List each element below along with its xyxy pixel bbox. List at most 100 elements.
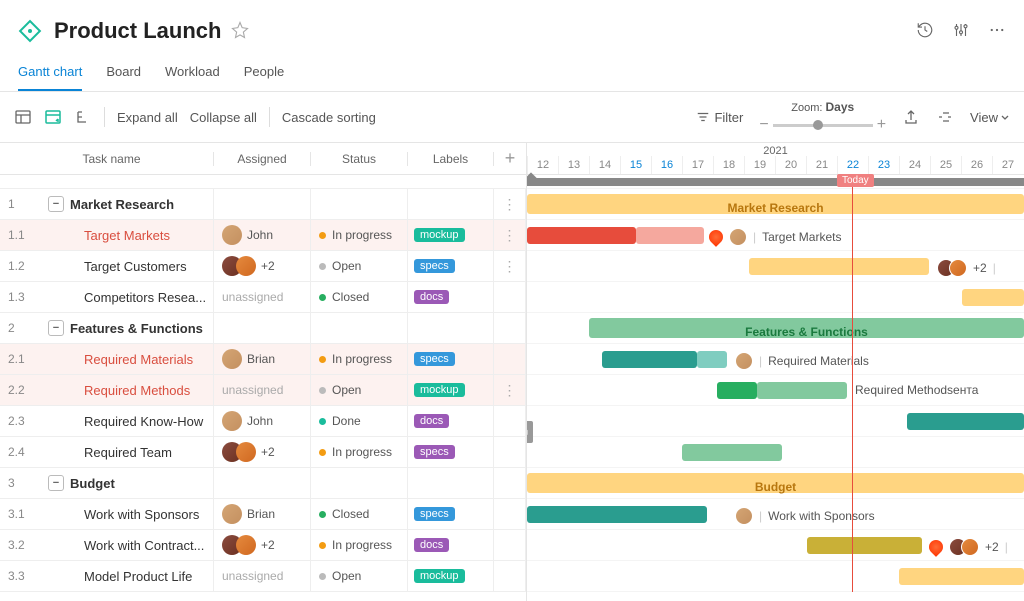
table-row[interactable]: 2.1 Required Materials Brian In progress… <box>0 344 526 375</box>
row-menu-icon[interactable] <box>494 313 526 343</box>
tab-gantt[interactable]: Gantt chart <box>18 54 82 91</box>
gantt-bar-progress[interactable] <box>757 382 847 399</box>
task-assigned[interactable]: John <box>214 406 311 436</box>
panel-collapse-icon[interactable]: ◂ <box>527 421 533 443</box>
collapse-icon[interactable]: − <box>48 475 64 491</box>
gantt-day[interactable]: 25 <box>930 156 961 174</box>
task-status[interactable]: Open <box>311 561 408 591</box>
table-row[interactable]: 3.1 Work with Sponsors Brian Closed spec… <box>0 499 526 530</box>
gantt-day[interactable]: 13 <box>558 156 589 174</box>
task-status[interactable]: In progress <box>311 344 408 374</box>
row-menu-icon[interactable]: ⋮ <box>494 189 526 219</box>
gantt-bar[interactable] <box>807 537 922 554</box>
export-icon[interactable] <box>902 108 920 126</box>
collapse-all-button[interactable]: Collapse all <box>190 110 257 125</box>
task-assigned[interactable]: +2 <box>214 437 311 467</box>
column-name[interactable]: Task name <box>0 152 214 166</box>
task-assigned[interactable]: John <box>214 220 311 250</box>
task-assigned[interactable]: +2 <box>214 530 311 560</box>
expand-all-button[interactable]: Expand all <box>117 110 178 125</box>
gantt-day[interactable]: 14 <box>589 156 620 174</box>
task-assigned[interactable]: Brian <box>214 499 311 529</box>
task-status[interactable]: Open <box>311 251 408 281</box>
table-row[interactable]: 1 − Market Research ⋮ <box>0 189 526 220</box>
row-menu-icon[interactable]: ⋮ <box>494 220 526 250</box>
task-label[interactable]: specs <box>408 437 494 467</box>
more-icon[interactable] <box>988 21 1006 42</box>
gantt-bar[interactable] <box>602 351 697 368</box>
row-menu-icon[interactable]: ⋮ <box>494 375 526 405</box>
task-assigned[interactable]: unassigned <box>214 375 311 405</box>
gantt-row[interactable]: Required Methodsента <box>527 375 1024 406</box>
task-status[interactable]: In progress <box>311 530 408 560</box>
history-icon[interactable] <box>916 21 934 42</box>
row-menu-icon[interactable] <box>494 406 526 436</box>
task-label[interactable]: specs <box>408 251 494 281</box>
gantt-bar[interactable] <box>527 506 707 523</box>
table-row[interactable]: 2 − Features & Functions <box>0 313 526 344</box>
gantt-bar[interactable] <box>907 413 1024 430</box>
gantt-day[interactable]: 19 <box>744 156 775 174</box>
gantt-day[interactable]: 12 <box>527 156 558 174</box>
gantt-row[interactable]: ◂ <box>527 406 1024 437</box>
row-menu-icon[interactable] <box>494 561 526 591</box>
gantt-bar-progress[interactable] <box>636 227 704 244</box>
task-status[interactable]: Closed <box>311 282 408 312</box>
task-status[interactable]: Done <box>311 406 408 436</box>
task-status[interactable]: In progress <box>311 220 408 250</box>
gantt-bar[interactable] <box>682 444 782 461</box>
row-menu-icon[interactable] <box>494 530 526 560</box>
gantt-bar[interactable] <box>749 258 929 275</box>
gantt-day[interactable]: 24 <box>899 156 930 174</box>
task-label[interactable]: docs <box>408 282 494 312</box>
gantt-row[interactable]: Features & Functions <box>527 313 1024 344</box>
task-label[interactable]: docs <box>408 530 494 560</box>
gantt-day[interactable]: 23 <box>868 156 899 174</box>
gantt-bar[interactable] <box>527 227 636 244</box>
row-menu-icon[interactable] <box>494 499 526 529</box>
gantt-body[interactable]: Today Market Research | Target Markets <box>527 175 1024 592</box>
tab-people[interactable]: People <box>244 54 284 91</box>
gantt-row[interactable] <box>527 561 1024 592</box>
gantt-row[interactable] <box>527 282 1024 313</box>
table-row[interactable]: 3.3 Model Product Life unassigned Open m… <box>0 561 526 592</box>
task-status[interactable]: In progress <box>311 437 408 467</box>
column-status[interactable]: Status <box>311 152 408 166</box>
gantt-day[interactable]: 20 <box>775 156 806 174</box>
task-label[interactable]: specs <box>408 344 494 374</box>
gantt-day[interactable]: 26 <box>961 156 992 174</box>
gantt-row[interactable]: | Work with Sponsors <box>527 499 1024 530</box>
view-button[interactable]: View <box>970 110 1010 125</box>
table-row[interactable]: 2.2 Required Methods unassigned Open moc… <box>0 375 526 406</box>
gantt-row[interactable]: | Required Materials <box>527 344 1024 375</box>
filter-button[interactable]: Filter <box>696 110 743 125</box>
table-row[interactable]: 1.3 Competitors Resea... unassigned Clos… <box>0 282 526 313</box>
row-menu-icon[interactable] <box>494 282 526 312</box>
table-row[interactable]: 2.4 Required Team +2 In progress specs <box>0 437 526 468</box>
gantt-day[interactable]: 16 <box>651 156 682 174</box>
gantt-row[interactable] <box>527 437 1024 468</box>
baseline-icon[interactable] <box>936 108 954 126</box>
table-row[interactable]: 2.3 Required Know-How John Done docs <box>0 406 526 437</box>
task-label[interactable]: mockup <box>408 220 494 250</box>
task-assigned[interactable]: unassigned <box>214 561 311 591</box>
collapse-icon[interactable]: − <box>48 196 64 212</box>
settings-icon[interactable] <box>952 21 970 42</box>
column-assigned[interactable]: Assigned <box>214 152 311 166</box>
task-label[interactable]: specs <box>408 499 494 529</box>
task-assigned[interactable]: Brian <box>214 344 311 374</box>
collapse-icon[interactable]: − <box>48 320 64 336</box>
gantt-day[interactable]: 22 <box>837 156 868 174</box>
row-menu-icon[interactable] <box>494 344 526 374</box>
row-menu-icon[interactable] <box>494 437 526 467</box>
task-label[interactable]: mockup <box>408 561 494 591</box>
tab-workload[interactable]: Workload <box>165 54 220 91</box>
gantt-day[interactable]: 17 <box>682 156 713 174</box>
hierarchy-icon[interactable] <box>74 108 92 126</box>
auto-schedule-icon[interactable] <box>44 108 62 126</box>
gantt-day[interactable]: 27 <box>992 156 1023 174</box>
table-row[interactable]: 1.2 Target Customers +2 Open specs ⋮ <box>0 251 526 282</box>
summary-bar[interactable]: Budget <box>527 473 1024 493</box>
gantt-row[interactable]: +2 | <box>527 530 1024 561</box>
gantt-bar-progress[interactable] <box>697 351 727 368</box>
